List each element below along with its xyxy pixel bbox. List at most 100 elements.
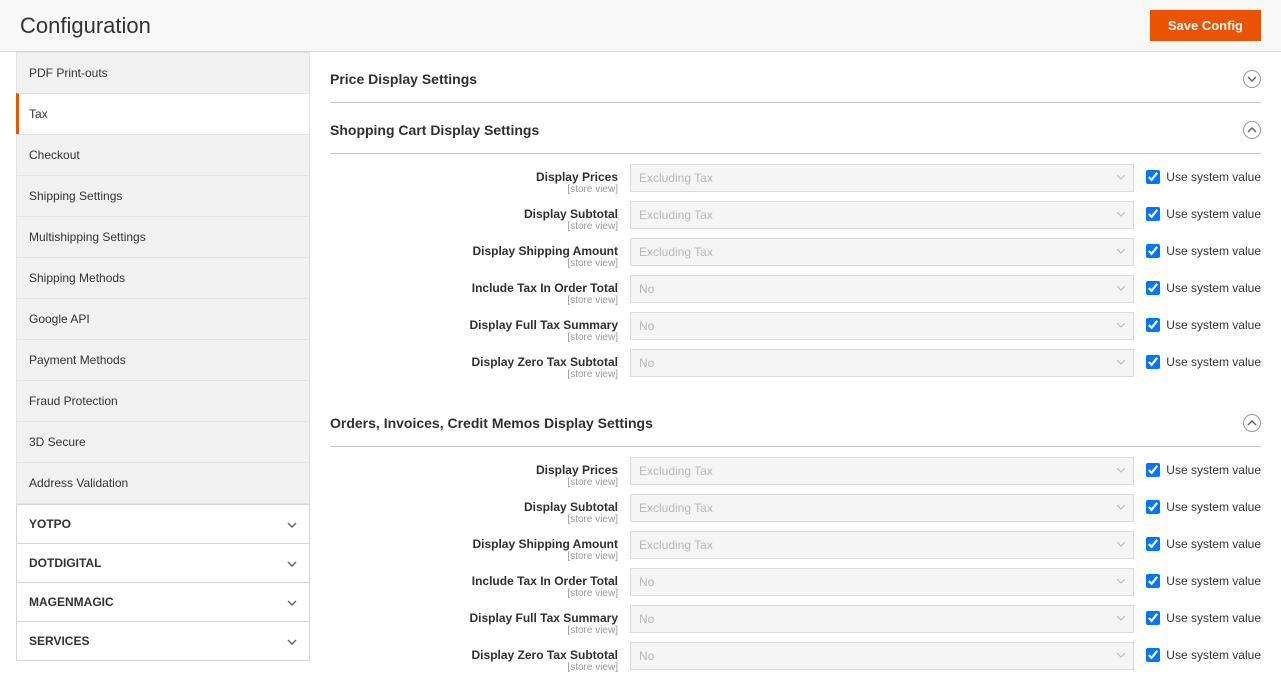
select-display-prices[interactable]: Excluding Tax [630,457,1134,485]
form-label-cell: Display Shipping Amount[store view] [330,238,630,269]
form-control-cell: No [630,642,1146,670]
select-display-prices[interactable]: Excluding Tax [630,164,1134,192]
select-display-full-tax-summary[interactable]: No [630,312,1134,340]
select-display-subtotal[interactable]: Excluding Tax [630,201,1134,229]
form-label: Display Shipping Amount [330,537,618,551]
use-system-value-checkbox[interactable] [1146,207,1160,221]
form-row: Display Zero Tax Subtotal[store view]No U… [330,349,1261,380]
section-title: Orders, Invoices, Credit Memos Display S… [330,415,653,431]
sidebar-item-tax[interactable]: Tax [16,93,310,134]
use-system-value-checkbox[interactable] [1146,574,1160,588]
form-check-cell: Use system value [1146,642,1261,662]
section-header-price-display-settings[interactable]: Price Display Settings [330,52,1261,103]
form-control-cell: Excluding Tax [630,201,1146,229]
use-system-value-label: Use system value [1166,318,1261,332]
form-scope: [store view] [330,514,618,525]
sidebar-item-address-validation[interactable]: Address Validation [16,462,310,504]
use-system-value-checkbox[interactable] [1146,463,1160,477]
use-system-value-checkbox[interactable] [1146,281,1160,295]
form-label: Display Subtotal [330,500,618,514]
form-label: Display Prices [330,463,618,477]
form-check-cell: Use system value [1146,164,1261,184]
use-system-value-label: Use system value [1166,355,1261,369]
use-system-value-checkbox[interactable] [1146,611,1160,625]
sidebar-item-checkout[interactable]: Checkout [16,134,310,175]
use-system-value-checkbox[interactable] [1146,355,1160,369]
select-display-zero-tax-subtotal[interactable]: No [630,349,1134,377]
section-title: Shopping Cart Display Settings [330,122,539,138]
select-display-subtotal[interactable]: Excluding Tax [630,494,1134,522]
form-scope: [store view] [330,551,618,562]
sidebar-section-label: MAGENMAGIC [29,595,114,609]
section-title: Price Display Settings [330,71,477,87]
form-scope: [store view] [330,625,618,636]
use-system-value-checkbox[interactable] [1146,244,1160,258]
form-check-cell: Use system value [1146,201,1261,221]
form-check-cell: Use system value [1146,312,1261,332]
sidebar: PDF Print-outsTaxCheckoutShipping Settin… [0,52,310,689]
use-system-value-checkbox[interactable] [1146,170,1160,184]
form-check-cell: Use system value [1146,238,1261,258]
sidebar-section-label: SERVICES [29,634,89,648]
form-check-cell: Use system value [1146,275,1261,295]
main-content: Price Display Settings Shopping Cart Disp… [310,52,1281,689]
form-label-cell: Include Tax In Order Total[store view] [330,275,630,306]
form-label: Display Prices [330,170,618,184]
sidebar-item-fraud-protection[interactable]: Fraud Protection [16,380,310,421]
form-label-cell: Display Full Tax Summary[store view] [330,312,630,343]
sidebar-section-yotpo[interactable]: YOTPO [16,504,310,544]
use-system-value-label: Use system value [1166,574,1261,588]
page-title: Configuration [20,13,151,39]
form-label: Include Tax In Order Total [330,574,618,588]
form-control-cell: No [630,568,1146,596]
use-system-value-label: Use system value [1166,281,1261,295]
sidebar-section-label: YOTPO [29,517,71,531]
form-row: Display Zero Tax Subtotal[store view]NoU… [330,642,1261,673]
sidebar-section-dotdigital[interactable]: DOTDIGITAL [16,544,310,583]
form-row: Display Full Tax Summary[store view]No Us… [330,312,1261,343]
sidebar-item-google-api[interactable]: Google API [16,298,310,339]
use-system-value-label: Use system value [1166,244,1261,258]
form-label-cell: Display Zero Tax Subtotal[store view] [330,349,630,380]
select-display-full-tax-summary[interactable]: No [630,605,1134,633]
form-check-cell: Use system value [1146,605,1261,625]
use-system-value-checkbox[interactable] [1146,537,1160,551]
select-display-shipping-amount[interactable]: Excluding Tax [630,531,1134,559]
form-check-cell: Use system value [1146,349,1261,369]
sidebar-item-pdf-print-outs[interactable]: PDF Print-outs [16,52,310,93]
form-label-cell: Include Tax In Order Total[store view] [330,568,630,599]
section-header-orders-invoices-credit-memos-display-settings[interactable]: Orders, Invoices, Credit Memos Display S… [330,396,1261,447]
section-header-shopping-cart-display-settings[interactable]: Shopping Cart Display Settings [330,103,1261,154]
form-control-cell: Excluding Tax [630,531,1146,559]
section-body: Display Prices [store view] Excluding Tax U… [330,154,1261,396]
form-scope: [store view] [330,369,618,380]
sidebar-item-3d-secure[interactable]: 3D Secure [16,421,310,462]
form-control-cell: Excluding Tax [630,494,1146,522]
form-scope: [store view] [330,221,618,232]
use-system-value-checkbox[interactable] [1146,318,1160,332]
form-scope: [store view] [330,295,618,306]
use-system-value-label: Use system value [1166,648,1261,662]
use-system-value-checkbox[interactable] [1146,648,1160,662]
select-include-tax-in-order-total[interactable]: No [630,275,1134,303]
use-system-value-label: Use system value [1166,170,1261,184]
select-display-shipping-amount[interactable]: Excluding Tax [630,238,1134,266]
save-config-button[interactable]: Save Config [1150,10,1261,41]
sidebar-section-services[interactable]: SERVICES [16,622,310,661]
use-system-value-checkbox[interactable] [1146,500,1160,514]
sidebar-item-shipping-methods[interactable]: Shipping Methods [16,257,310,298]
sidebar-item-payment-methods[interactable]: Payment Methods [16,339,310,380]
select-include-tax-in-order-total[interactable]: No [630,568,1134,596]
chevron-down-icon [287,595,297,609]
form-scope: [store view] [330,477,618,488]
form-control-cell: Excluding Tax [630,457,1146,485]
form-control-cell: Excluding Tax [630,238,1146,266]
sidebar-item-multishipping-settings[interactable]: Multishipping Settings [16,216,310,257]
select-display-zero-tax-subtotal[interactable]: No [630,642,1134,670]
sidebar-item-shipping-settings[interactable]: Shipping Settings [16,175,310,216]
form-check-cell: Use system value [1146,568,1261,588]
form-row: Display Prices[store view]Excluding TaxU… [330,457,1261,488]
chevron-up-icon [1243,121,1261,139]
form-label: Display Zero Tax Subtotal [330,648,618,662]
sidebar-section-magenmagic[interactable]: MAGENMAGIC [16,583,310,622]
